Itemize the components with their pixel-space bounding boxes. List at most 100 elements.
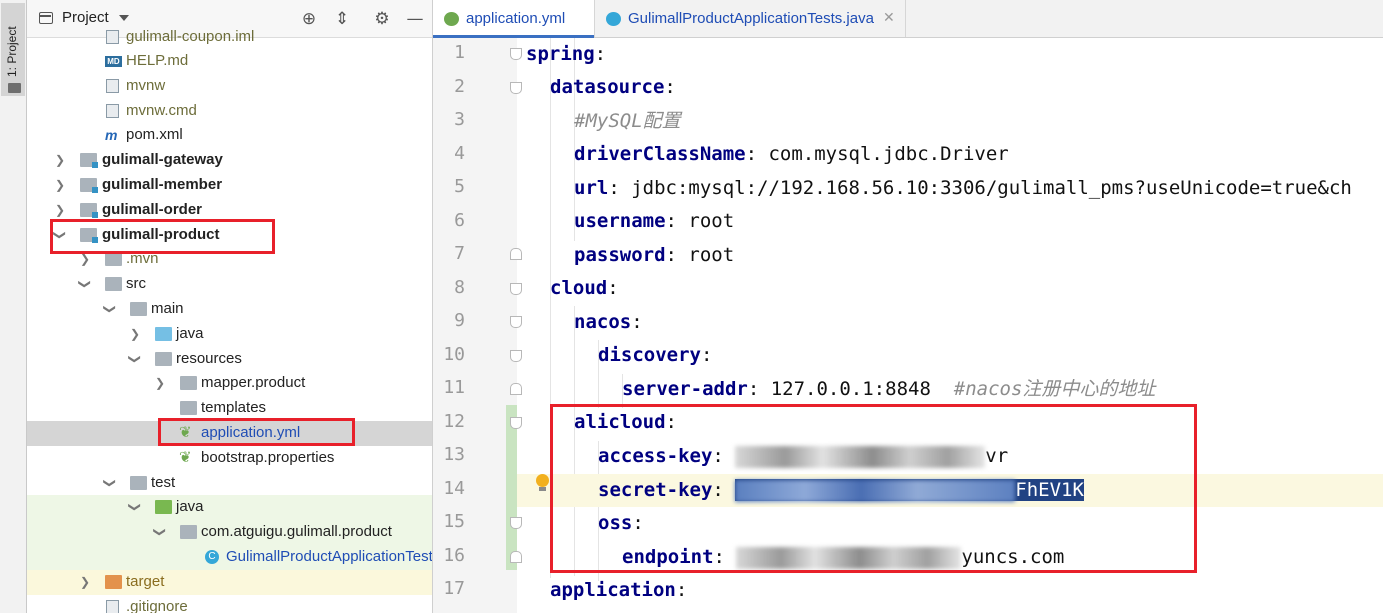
line-number: 3 <box>454 109 465 130</box>
fold-marker-icon[interactable] <box>510 350 522 362</box>
tree-item-label: pom.xml <box>126 126 183 143</box>
tree-item-mapper-product[interactable]: ❯ mapper.product <box>27 371 432 396</box>
code-line: username: root <box>574 210 735 232</box>
highlight-box <box>158 418 355 446</box>
folder-icon <box>180 401 197 415</box>
project-view-icon <box>39 12 53 24</box>
line-number: 10 <box>443 344 465 365</box>
excluded-folder-icon <box>105 575 122 589</box>
line-number: 15 <box>443 511 465 532</box>
tree-item-test-class[interactable]: C GulimallProductApplicationTests <box>27 545 432 570</box>
lightbulb-icon[interactable] <box>536 474 549 487</box>
tree-item-pom[interactable]: m pom.xml <box>27 123 432 148</box>
chevron-down-icon[interactable] <box>119 15 129 21</box>
code-line: discovery: <box>598 344 713 366</box>
tree-item-label: gulimall-coupon.iml <box>126 28 255 45</box>
tree-item-src[interactable]: ❯ src <box>27 272 432 297</box>
chevron-down-icon[interactable]: ❯ <box>153 526 167 538</box>
tree-item-label: mvnw.cmd <box>126 102 197 119</box>
close-icon[interactable]: ✕ <box>883 9 895 26</box>
tree-item-gitignore[interactable]: .gitignore <box>27 595 432 613</box>
tree-item-bootstrap-properties[interactable]: ❦ bootstrap.properties <box>27 446 432 471</box>
tree-item-label: GulimallProductApplicationTests <box>226 548 433 565</box>
chevron-down-icon[interactable]: ❯ <box>128 353 142 365</box>
folder-icon <box>8 83 21 93</box>
tree-item-resources[interactable]: ❯ resources <box>27 347 432 372</box>
line-number: 1 <box>454 42 465 63</box>
file-icon <box>106 104 119 118</box>
tree-item-package[interactable]: ❯ com.atguigu.gulimall.product <box>27 520 432 545</box>
code-line: nacos: <box>574 311 643 333</box>
fold-marker-icon[interactable] <box>510 283 522 295</box>
code-line: spring: <box>526 43 607 65</box>
fold-marker-icon[interactable] <box>510 383 522 395</box>
chevron-right-icon[interactable]: ❯ <box>154 376 166 390</box>
file-icon <box>106 30 119 44</box>
line-number: 9 <box>454 310 465 331</box>
tab-tests-java[interactable]: GulimallProductApplicationTests.java ✕ <box>595 0 906 37</box>
fold-marker-icon[interactable] <box>510 316 522 328</box>
fold-marker-icon[interactable] <box>510 517 522 529</box>
fold-marker-icon[interactable] <box>510 48 522 60</box>
tree-item-label: HELP.md <box>126 52 189 69</box>
lightbulb-base <box>539 487 546 491</box>
chevron-right-icon[interactable]: ❯ <box>54 153 66 167</box>
line-number: 8 <box>454 277 465 298</box>
module-folder-icon <box>80 178 98 193</box>
code-line: datasource: <box>550 76 676 98</box>
highlight-box <box>50 219 275 254</box>
line-number: 12 <box>443 411 465 432</box>
tree-item-label: com.atguigu.gulimall.product <box>201 523 392 540</box>
line-number: 17 <box>443 578 465 599</box>
file-icon <box>106 79 119 93</box>
tool-window-strip: 1: Project <box>0 0 27 613</box>
project-panel: Project ⊕ ⇕ ⚙ — gulimall-coupon.iml MD H… <box>27 0 433 613</box>
fold-marker-icon[interactable] <box>510 551 522 563</box>
folder-icon <box>130 476 147 490</box>
chevron-down-icon[interactable]: ❯ <box>103 303 117 315</box>
tree-item-gulimall-gateway[interactable]: ❯ gulimall-gateway <box>27 148 432 173</box>
editor-tab-bar: application.yml GulimallProductApplicati… <box>433 0 1383 38</box>
spring-leaf-icon: ❦ <box>179 449 192 466</box>
tab-label: GulimallProductApplicationTests.java <box>628 10 874 27</box>
test-folder-icon <box>155 500 172 514</box>
code-line: driverClassName: com.mysql.jdbc.Driver <box>574 143 1009 165</box>
line-number: 4 <box>454 143 465 164</box>
tree-item-test[interactable]: ❯ test <box>27 471 432 496</box>
tree-item-help-md[interactable]: MD HELP.md <box>27 49 432 74</box>
tree-item-label: .gitignore <box>126 598 188 613</box>
tree-item-java[interactable]: ❯ java <box>27 322 432 347</box>
fold-marker-icon[interactable] <box>510 248 522 260</box>
tree-item-label: main <box>151 300 184 317</box>
project-panel-title[interactable]: Project <box>62 9 109 26</box>
tree-item-test-java[interactable]: ❯ java <box>27 495 432 520</box>
chevron-right-icon[interactable]: ❯ <box>54 203 66 217</box>
vcs-change-marker <box>506 405 517 570</box>
tree-item-label: java <box>176 325 204 342</box>
tree-item-mvnw-cmd[interactable]: mvnw.cmd <box>27 99 432 124</box>
project-tool-tab-label: 1: Project <box>5 26 19 77</box>
chevron-right-icon[interactable]: ❯ <box>54 178 66 192</box>
fold-marker-icon[interactable] <box>510 82 522 94</box>
tree-item-label: java <box>176 498 204 515</box>
tab-application-yml[interactable]: application.yml <box>433 0 595 38</box>
project-tool-tab[interactable]: 1: Project <box>1 3 25 96</box>
chevron-down-icon[interactable]: ❯ <box>78 278 92 290</box>
chevron-right-icon[interactable]: ❯ <box>79 252 91 266</box>
tree-item-target[interactable]: ❯ target <box>27 570 432 595</box>
chevron-right-icon[interactable]: ❯ <box>79 575 91 589</box>
tree-item-gulimall-member[interactable]: ❯ gulimall-member <box>27 173 432 198</box>
folder-icon <box>105 252 122 266</box>
tree-item-label: gulimall-member <box>102 176 223 193</box>
chevron-down-icon[interactable]: ❯ <box>128 501 142 513</box>
tree-item-mvnw[interactable]: mvnw <box>27 74 432 99</box>
fold-marker-icon[interactable] <box>510 417 522 429</box>
tree-item-main[interactable]: ❯ main <box>27 297 432 322</box>
chevron-down-icon[interactable]: ❯ <box>103 477 117 489</box>
line-number: 14 <box>443 478 465 499</box>
tab-label: application.yml <box>466 10 566 27</box>
tree-item-label: gulimall-gateway <box>102 151 223 168</box>
highlight-box <box>550 404 1197 573</box>
chevron-right-icon[interactable]: ❯ <box>129 327 141 341</box>
tree-item-iml[interactable]: gulimall-coupon.iml <box>27 25 432 50</box>
